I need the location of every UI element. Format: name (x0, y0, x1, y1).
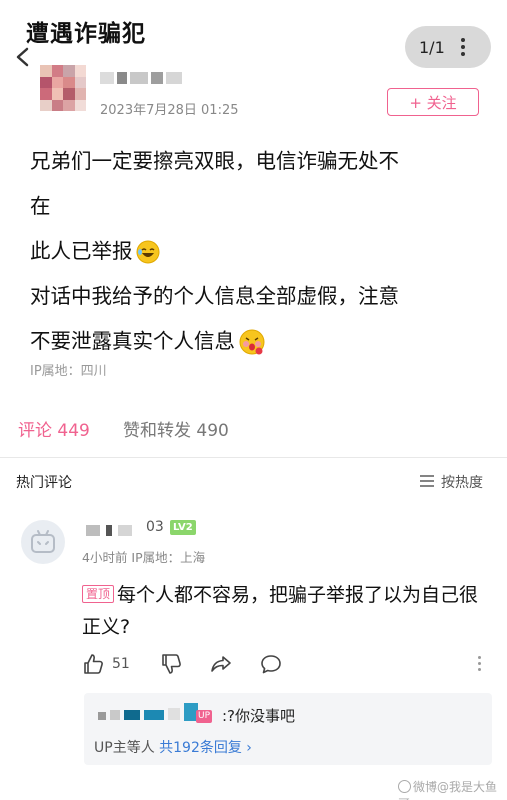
post-line-text: 不要泄露真实个人信息 (30, 329, 235, 353)
view-all-replies-link[interactable]: 共192条回复 › (159, 740, 252, 756)
comment-text: 每个人都不容易，把骗子举报了以为自己很正义? (82, 584, 479, 638)
post-line: 在 (30, 194, 51, 218)
commenter-name-blurred[interactable] (86, 525, 132, 536)
default-avatar-icon (31, 530, 55, 553)
share-icon[interactable] (210, 653, 232, 675)
hot-comments-heading: 热门评论 (16, 475, 72, 491)
laughing-emoji-icon (136, 240, 159, 264)
post-line-text: 此人已举报 (30, 239, 133, 263)
reply-summary-prefix: UP主等人 (94, 740, 160, 756)
post-line: 兄弟们一定要擦亮双眼，电信诈骗无处不 (30, 149, 399, 173)
watermark-text: 微博@我是大鱼哥 (398, 780, 498, 800)
post-line: 对话中我给予的个人信息全部虚假，注意 (30, 284, 399, 308)
tab-reposts[interactable]: 赞和转发 490 (123, 416, 229, 441)
pinned-tag: 置顶 (82, 585, 115, 603)
post-line: 此人已举报 (30, 229, 480, 274)
up-badge: UP (196, 710, 213, 723)
like-count: 51 (112, 656, 130, 672)
kissing-emoji-icon (239, 329, 265, 355)
comment-body: 置顶 每个人都不容易，把骗子举报了以为自己很正义? (82, 579, 492, 643)
page-counter-text: 1/1 (419, 37, 445, 57)
watermark: 微博@我是大鱼哥 (398, 778, 507, 800)
page-counter[interactable]: 1/1 (405, 26, 491, 68)
page-title: 遭遇诈骗犯 (26, 21, 146, 47)
section-divider (0, 457, 507, 458)
thumbs-down-icon[interactable] (160, 653, 182, 675)
comment-actions: 51 (82, 653, 282, 675)
post-body: 兄弟们一定要擦亮双眼，电信诈骗无处不 在 此人已举报 对话中我给予的个人信息全部… (30, 139, 480, 364)
post-line: 不要泄露真实个人信息 (30, 319, 480, 364)
reply-text: :?你没事吧 (222, 707, 296, 725)
sort-lines-icon[interactable] (419, 474, 435, 488)
author-name-blurred[interactable] (100, 72, 182, 84)
sort-by-popularity[interactable]: 按热度 (441, 472, 483, 492)
back-arrow-icon[interactable] (12, 46, 34, 68)
reply-preview[interactable]: UP :?你没事吧 UP主等人 共192条回复 › (84, 693, 492, 765)
commenter-name-suffix[interactable]: 03 (146, 519, 164, 535)
author-avatar[interactable] (40, 65, 86, 111)
comment-meta: 4小时前 IP属地：上海 (82, 550, 206, 565)
level-badge: LV2 (170, 520, 196, 535)
reply-summary[interactable]: UP主等人 共192条回复 › (94, 737, 252, 757)
reply-author-blurred (98, 703, 198, 721)
comment-more-icon[interactable] (478, 656, 481, 671)
thumbs-up-icon[interactable] (82, 653, 104, 675)
weibo-logo-icon (398, 780, 411, 793)
post-time: 2023年7月28日 01:25 (100, 103, 239, 118)
tab-comments[interactable]: 评论 449 (18, 416, 90, 441)
reply-bubble-icon[interactable] (260, 653, 282, 675)
more-dots-icon[interactable] (460, 38, 465, 56)
post-ip-location: IP属地：四川 (30, 364, 107, 379)
commenter-avatar[interactable] (21, 520, 65, 564)
follow-button[interactable]: + 关注 (387, 88, 479, 116)
